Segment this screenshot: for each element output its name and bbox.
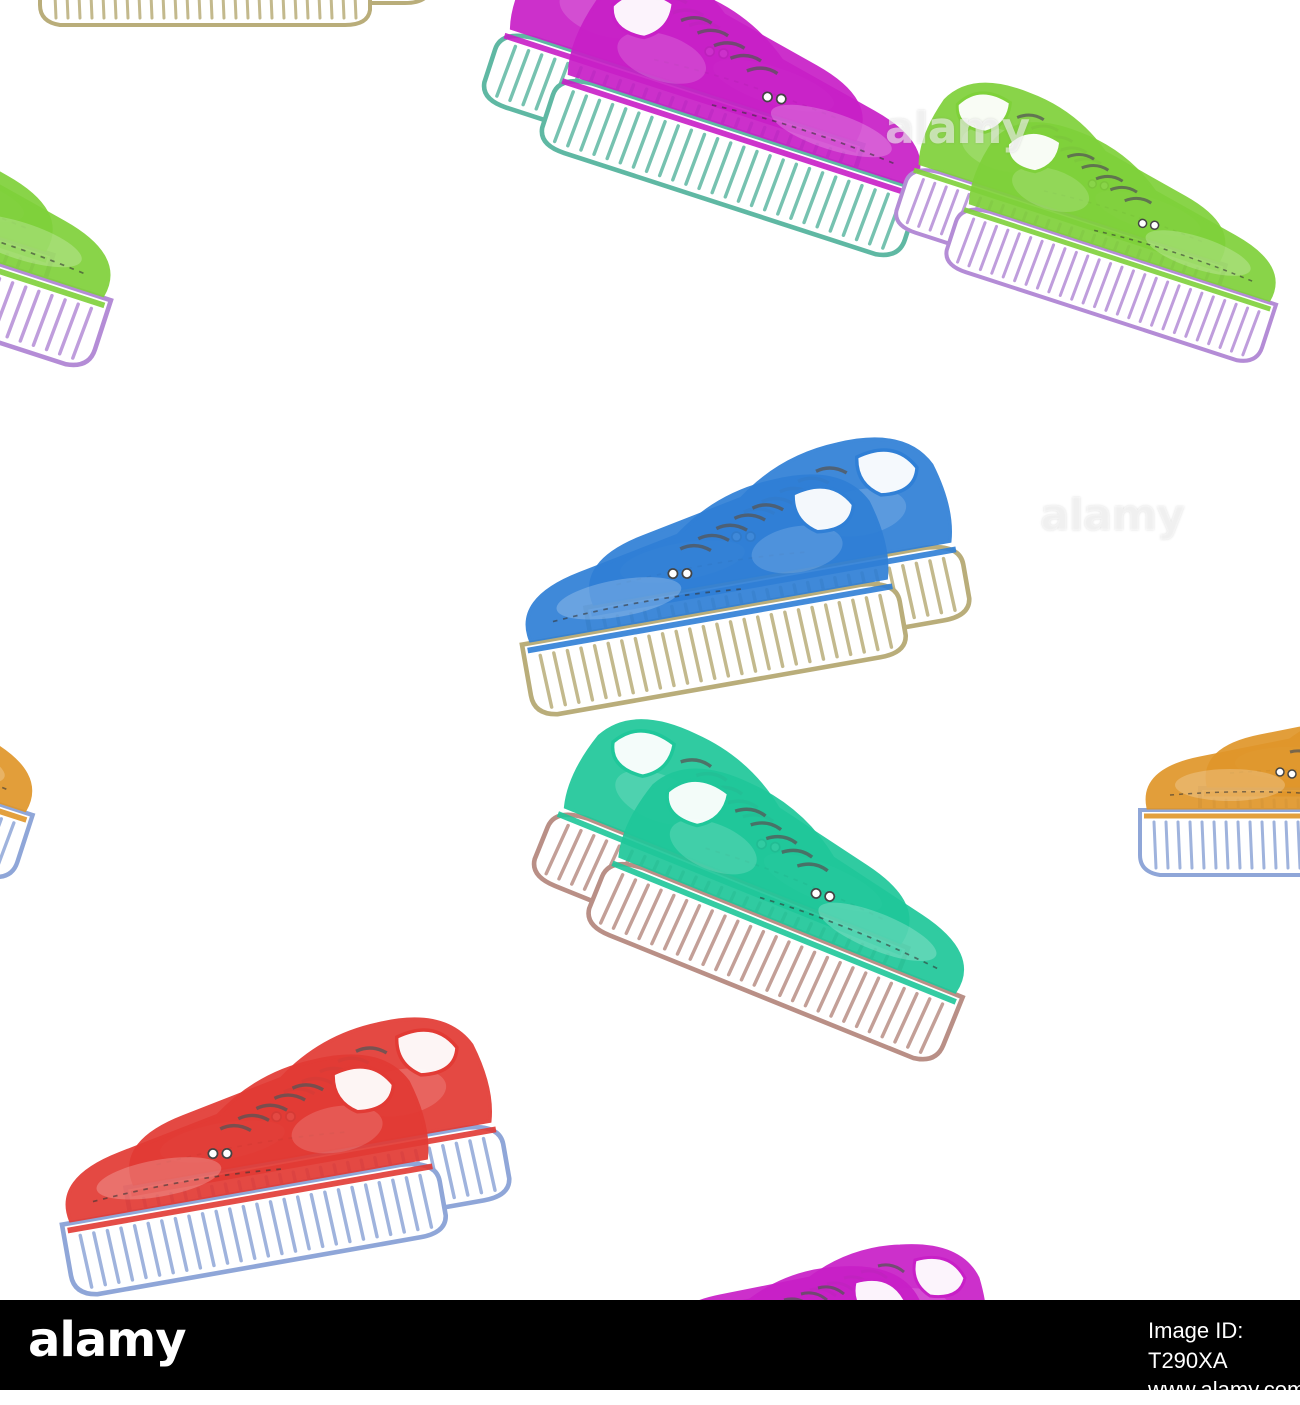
partial-magenta-pair-bottom	[699, 1244, 985, 1300]
front-sneaker	[59, 1054, 448, 1297]
front-sneaker	[944, 122, 1279, 363]
blue-sneaker-pair	[519, 437, 972, 717]
front-sneaker	[0, 90, 114, 368]
orange-sneaker-pair	[0, 614, 36, 880]
site-url-text: www.alamy.com	[1148, 1377, 1300, 1403]
front-sneaker	[742, 1266, 920, 1300]
sneaker-pattern-artwork	[0, 0, 1300, 1300]
front-sneaker	[38, 0, 372, 27]
stock-photo-footer: alamy Image ID: T290XA www.alamy.com	[0, 1300, 1300, 1402]
partial-green-pair-right	[894, 82, 1279, 363]
front-sneaker	[586, 768, 966, 1062]
red-sneaker-pair	[59, 1017, 512, 1297]
magenta-sneaker-pair	[481, 0, 924, 258]
image-id-info: Image ID: T290XA www.alamy.com	[1148, 1316, 1300, 1405]
front-sneaker	[0, 614, 36, 880]
alamy-logo: alamy	[28, 1312, 187, 1368]
green-sneaker-pair	[0, 45, 114, 368]
image-id-text: Image ID: T290XA	[1148, 1318, 1244, 1373]
partial-blue-pair-top	[38, 0, 426, 27]
teal-sneaker-pair	[531, 719, 966, 1062]
partial-orange-pair-right	[1138, 726, 1300, 877]
front-sneaker	[519, 474, 908, 717]
front-sneaker	[539, 0, 924, 258]
pattern-illustration: alamy alamy	[0, 0, 1300, 1300]
